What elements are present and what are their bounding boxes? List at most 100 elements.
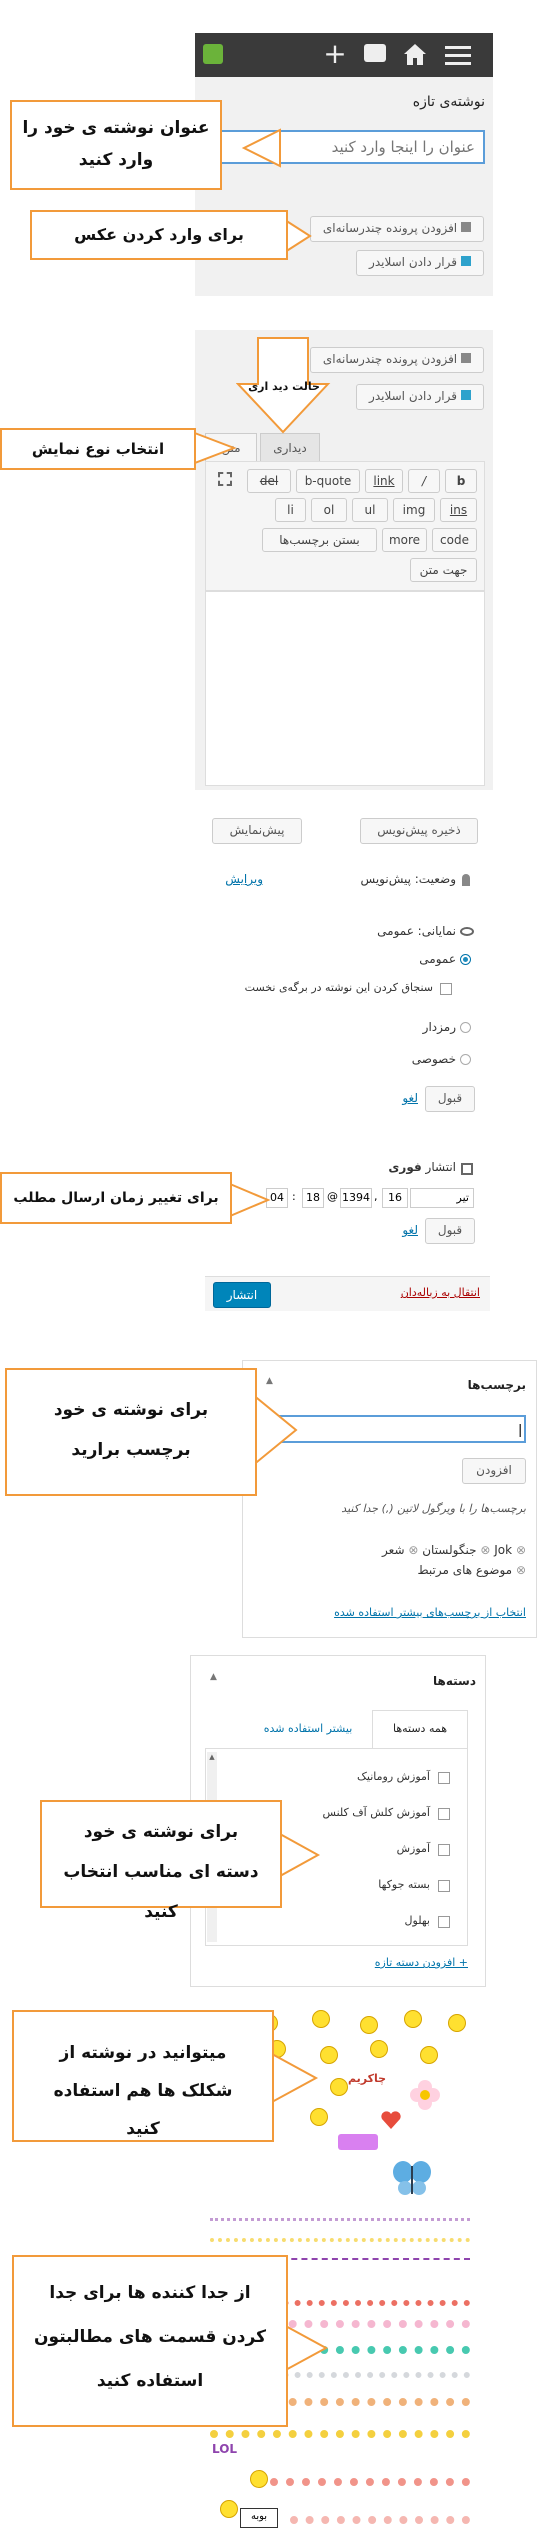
smiley-icon[interactable] (310, 2108, 328, 2126)
divider-beads[interactable] (210, 2218, 470, 2221)
divider-roses[interactable] (270, 2478, 470, 2486)
divider-smileys[interactable] (210, 2238, 470, 2242)
smiley-icon[interactable] (420, 2046, 438, 2064)
callout-title-arrow (241, 128, 281, 168)
publish-button[interactable]: انتشار (213, 1282, 271, 1308)
preview-button[interactable]: پیش‌نمایش (212, 818, 302, 844)
chakerim-label: چاکریم (348, 2072, 387, 2085)
smiley-icon[interactable] (360, 2016, 378, 2034)
time-cancel-link[interactable]: لغو (388, 1223, 418, 1237)
month-select[interactable]: تیر (410, 1188, 474, 1208)
category-checkbox[interactable] (438, 1880, 450, 1892)
plus-icon[interactable]: + (322, 40, 348, 68)
smiley-icon[interactable] (312, 2010, 330, 2028)
callout-shapes-arrow (271, 2052, 319, 2104)
move-to-trash-link[interactable]: انتقال به زباله‌دان (370, 1286, 480, 1299)
tag-remove-icon[interactable]: ⊗ (408, 1543, 418, 1557)
radio-password-label: رمزدار (422, 1020, 456, 1034)
visibility-ok-button[interactable]: قبول (425, 1086, 475, 1112)
media-icon (461, 353, 472, 363)
qt-italic[interactable]: / (408, 469, 440, 493)
add-category-link[interactable]: + افزودن دسته تازه (330, 1956, 468, 1969)
category-label: آموزش کلش آف کلنس (322, 1806, 430, 1819)
lol-label[interactable]: LOL (212, 2442, 237, 2456)
callout-dividers: از جدا کننده ها برای جدا کردن قسمت های م… (12, 2255, 288, 2427)
visibility-cancel-link[interactable]: لغو (388, 1091, 418, 1105)
tab-visual[interactable]: دیداری (260, 433, 320, 461)
tag-remove-icon[interactable]: ⊗ (516, 1563, 526, 1577)
qt-text-direction[interactable]: جهت متن (410, 558, 477, 582)
smiley-icon[interactable] (448, 2014, 466, 2032)
text-editor-area[interactable] (205, 591, 485, 786)
callout-categories: برای نوشته ی خود دسته ای مناسب انتخاب کن… (40, 1800, 282, 1922)
smiley-icon[interactable] (320, 2046, 338, 2064)
radio-public-dot (463, 957, 468, 962)
smiley-icon[interactable] (370, 2040, 388, 2058)
qt-link[interactable]: link (365, 469, 403, 493)
category-label: آموزش رومانیک (357, 1770, 430, 1783)
hour-input[interactable]: 18 (302, 1188, 324, 1208)
tags-collapse-icon[interactable]: ▲ (266, 1376, 273, 1386)
qt-close-tags[interactable]: بستن برچسب‌ها (262, 528, 377, 552)
category-label: بهلول (404, 1914, 430, 1927)
qt-bold[interactable]: b (445, 469, 477, 493)
add-slider-button-2[interactable]: قرار دادن اسلایدر (356, 384, 484, 410)
callout-image-arrow (284, 218, 312, 254)
qt-code[interactable]: code (432, 528, 477, 552)
gift-icon[interactable] (338, 2134, 378, 2150)
add-media-button-2[interactable]: افزودن پرونده چندرسانه‌ای (310, 347, 484, 373)
qt-ins[interactable]: ins (440, 498, 477, 522)
status-edit-link[interactable]: ویرایش (213, 872, 263, 886)
home-icon[interactable] (402, 42, 428, 66)
add-slider-button[interactable]: قرار دادن اسلایدر (356, 250, 484, 276)
qt-more[interactable]: more (382, 528, 427, 552)
qt-li[interactable]: li (275, 498, 306, 522)
smiley-icon[interactable] (220, 2500, 238, 2518)
qt-del[interactable]: del (247, 469, 291, 493)
tab-most-used[interactable]: بیشتر استفاده شده (250, 1722, 366, 1735)
callout-view: انتخاب نوع نمایش (0, 428, 196, 470)
qt-ul[interactable]: ul (352, 498, 388, 522)
callout-view-arrow (191, 430, 237, 466)
butterfly-icon[interactable] (392, 2160, 432, 2196)
sticky-checkbox[interactable] (440, 983, 452, 995)
tab-all-categories[interactable]: همه دسته‌ها (372, 1710, 468, 1748)
qt-ol[interactable]: ol (311, 498, 347, 522)
smiley-icon[interactable] (404, 2010, 422, 2028)
comment-icon[interactable] (364, 44, 386, 62)
category-checkbox[interactable] (438, 1916, 450, 1928)
fullscreen-icon[interactable] (218, 472, 232, 486)
category-checkbox[interactable] (438, 1772, 450, 1784)
smiley-icon[interactable] (330, 2078, 348, 2096)
tag-remove-icon[interactable]: ⊗ (480, 1543, 490, 1557)
radio-password[interactable] (460, 1022, 471, 1033)
tag-item: ⊗ موضوع های مرتبط (417, 1563, 526, 1577)
add-media-button[interactable]: افزودن پرونده چندرسانه‌ای (310, 216, 484, 242)
year-input[interactable]: 1394 (340, 1188, 372, 1208)
radio-private[interactable] (460, 1054, 471, 1065)
qt-blockquote[interactable]: b-quote (296, 469, 360, 493)
callout-time: برای تغییر زمان ارسال مطلب (0, 1172, 232, 1224)
flower-icon[interactable] (408, 2078, 442, 2112)
menu-icon[interactable] (445, 44, 471, 66)
publish-time-value: فوری (388, 1160, 422, 1174)
day-input[interactable]: 16 (382, 1188, 408, 1208)
scroll-up-icon[interactable]: ▲ (207, 1752, 217, 1762)
smiley-icon[interactable] (250, 2470, 268, 2488)
time-ok-button[interactable]: قبول (425, 1218, 475, 1244)
choose-tags-link[interactable]: انتخاب از برچسب‌های بیشتر استفاده شده (290, 1606, 526, 1619)
divider-yellow-flowers[interactable] (210, 2430, 470, 2438)
tags-add-button[interactable]: افزودن (462, 1458, 526, 1484)
divider-bottom-flowers[interactable] (290, 2516, 470, 2524)
tag-remove-icon[interactable]: ⊗ (516, 1543, 526, 1557)
wp-logo-icon[interactable] (203, 44, 223, 64)
categories-title: دسته‌ها (433, 1674, 476, 1688)
status-label: وضعیت: پیش‌نویس (360, 872, 456, 886)
save-draft-button[interactable]: ذخیره پیش‌نویس (360, 818, 478, 844)
category-checkbox[interactable] (438, 1808, 450, 1820)
heart-icon[interactable] (380, 2110, 402, 2130)
categories-collapse-icon[interactable]: ▲ (210, 1672, 217, 1682)
visibility-label: نمایانی: عمومی (377, 924, 456, 938)
qt-img[interactable]: img (393, 498, 435, 522)
category-checkbox[interactable] (438, 1844, 450, 1856)
